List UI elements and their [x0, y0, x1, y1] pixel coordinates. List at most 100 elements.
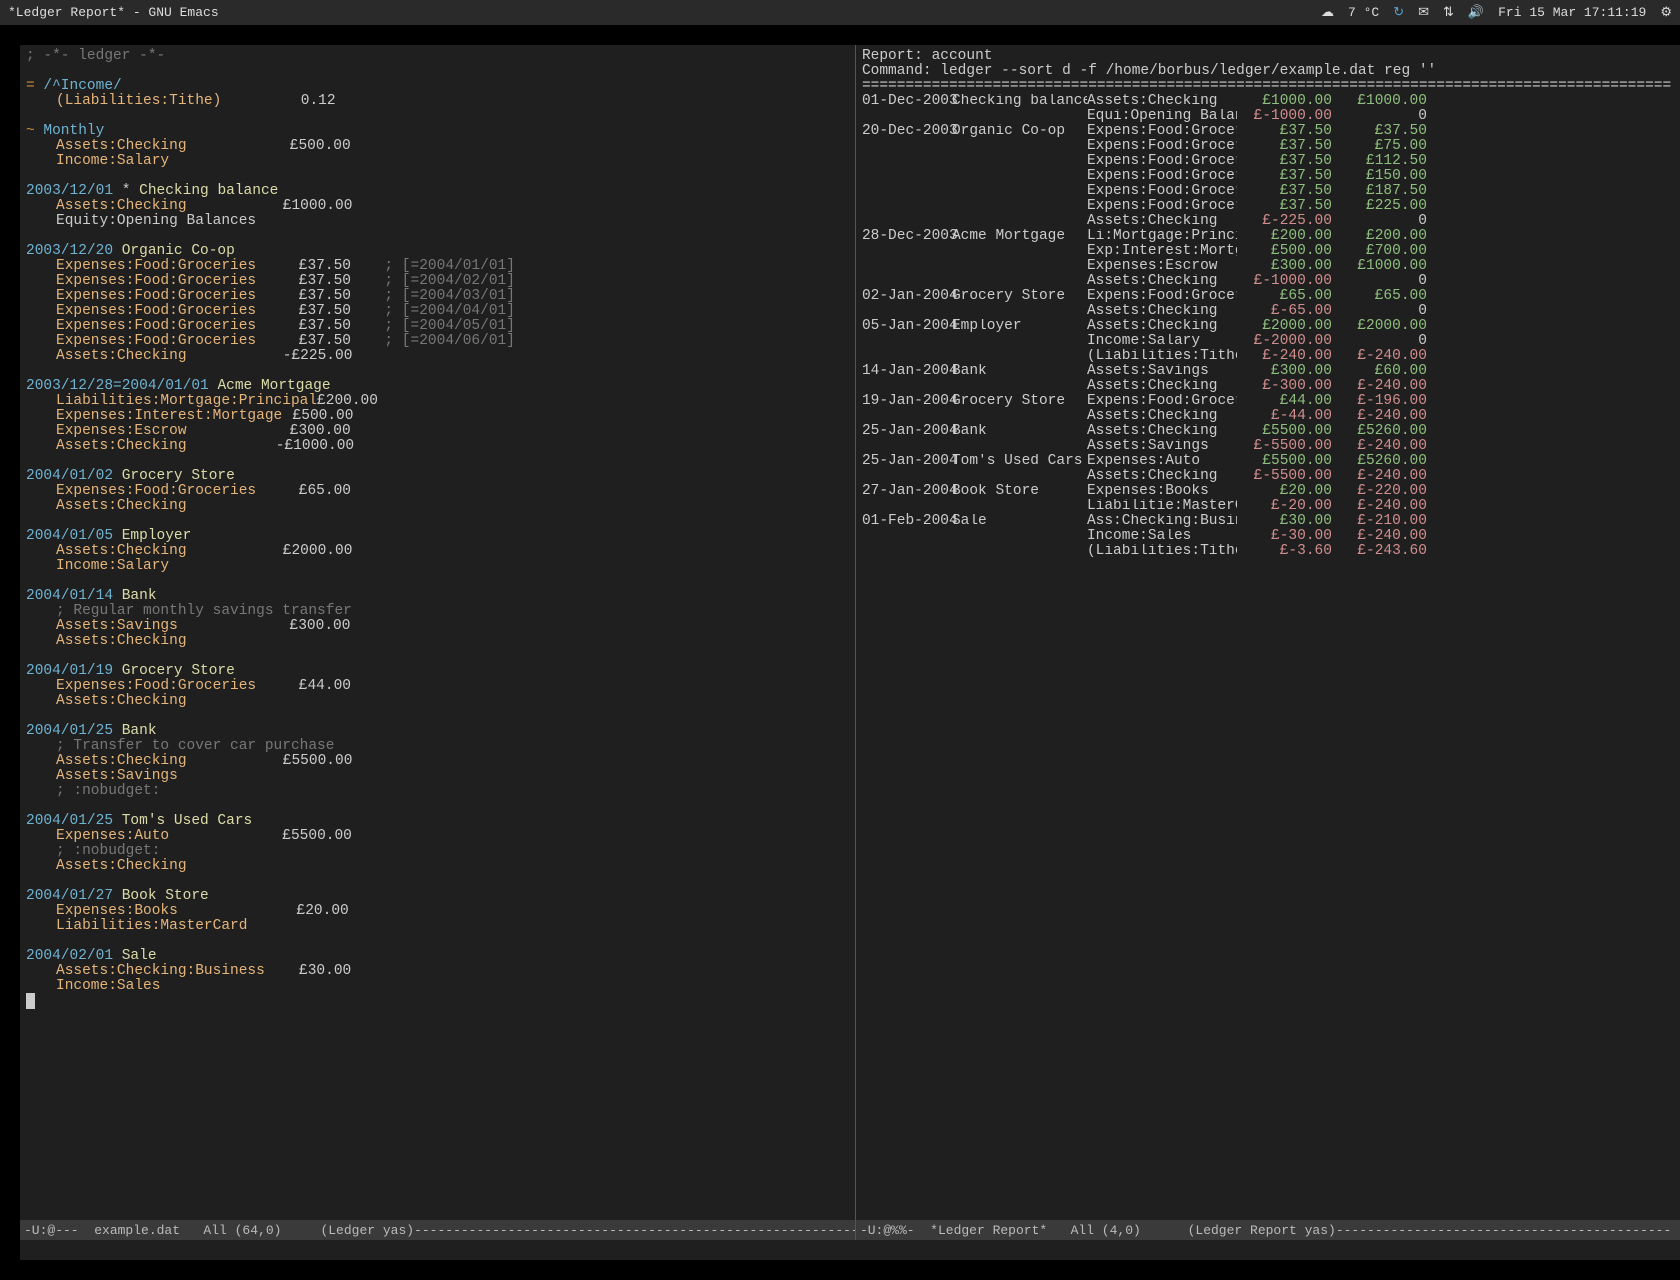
register-row: (Liabilities:Tithe)£-240.00£-240.00 [862, 349, 1680, 364]
reg-payee [952, 214, 1087, 229]
reg-amount: £-3.60 [1237, 544, 1332, 559]
transaction-header: 2004/01/27 Book Store [26, 889, 849, 904]
reg-date: 14-Jan-2004 [862, 364, 952, 379]
posting-amount: £300.00 [290, 619, 351, 634]
refresh-icon[interactable]: ↻ [1393, 5, 1404, 20]
posting-amount: £1000.00 [283, 199, 353, 214]
posting-amount: £37.50 [299, 289, 351, 304]
transaction-date: 2003/12/28=2004/01/01 [26, 378, 209, 394]
posting-amount: £37.50 [299, 259, 351, 274]
weather-icon: ☁ [1321, 5, 1334, 20]
reg-date: 02-Jan-2004 [862, 289, 952, 304]
reg-balance: £-210.00 [1332, 514, 1427, 529]
ledger-source-buffer[interactable]: ; -*- ledger -*- = /^Income/(Liabilities… [20, 45, 855, 1220]
reg-amount: £-2000.00 [1237, 334, 1332, 349]
ledger-report-buffer[interactable]: Report: accountCommand: ledger --sort d … [855, 45, 1680, 1220]
posting-amount: £37.50 [299, 274, 351, 289]
reg-date: 05-Jan-2004 [862, 319, 952, 334]
reg-account: Li:Mortgage:Principal [1087, 229, 1237, 244]
reg-account: Expens:Food:Groceries [1087, 289, 1237, 304]
register-row: Assets:Checking£-65.000 [862, 304, 1680, 319]
reg-balance: £-240.00 [1332, 499, 1427, 514]
reg-payee [952, 199, 1087, 214]
reg-account: Expens:Food:Groceries [1087, 394, 1237, 409]
reg-account: Expens:Food:Groceries [1087, 184, 1237, 199]
transaction-header: 2004/01/14 Bank [26, 589, 849, 604]
posting-amount: £20.00 [297, 904, 349, 919]
reg-payee [952, 244, 1087, 259]
transaction-payee: Acme Mortgage [217, 378, 330, 394]
transaction-payee: Grocery Store [122, 468, 235, 484]
posting-line: Assets:Checking£2000.00 [26, 544, 849, 559]
reg-amount: £37.50 [1237, 169, 1332, 184]
reg-amount: £37.50 [1237, 184, 1332, 199]
reg-date [862, 529, 952, 544]
posting-line: Expenses:Interest:Mortgage£500.00 [26, 409, 849, 424]
reg-balance: £1000.00 [1332, 259, 1427, 274]
reg-balance: £-243.60 [1332, 544, 1427, 559]
transaction-date: 2003/12/01 [26, 183, 113, 199]
reg-amount: £1000.00 [1237, 94, 1332, 109]
posting-line: Expenses:Food:Groceries£37.50 ; [=2004/0… [26, 289, 849, 304]
posting-account: Assets:Checking [56, 199, 187, 214]
reg-payee [952, 469, 1087, 484]
transaction-payee: Tom's Used Cars [122, 813, 253, 829]
reg-payee: Acme Mortgage [952, 229, 1087, 244]
posting-account: Expenses:Auto [56, 829, 169, 844]
transaction-payee: Bank [122, 588, 157, 604]
posting-account: Income:Salary [56, 154, 169, 169]
reg-balance: £-240.00 [1332, 379, 1427, 394]
reg-date: 19-Jan-2004 [862, 394, 952, 409]
reg-date: 01-Feb-2004 [862, 514, 952, 529]
reg-payee: Book Store [952, 484, 1087, 499]
posting-line: Assets:Checking [26, 499, 849, 514]
posting-amount: -£225.00 [283, 349, 353, 364]
posting-account: Expenses:Interest:Mortgage [56, 409, 282, 424]
register-row: Assets:Checking£-225.000 [862, 214, 1680, 229]
reg-amount: £-5500.00 [1237, 439, 1332, 454]
reg-account: Expenses:Books [1087, 484, 1237, 499]
transaction-payee: Sale [122, 948, 157, 964]
reg-balance: £-240.00 [1332, 529, 1427, 544]
posting-account: Assets:Checking [56, 544, 187, 559]
transaction-payee: Book Store [122, 888, 209, 904]
transaction-payee: Organic Co-op [122, 243, 235, 259]
settings-icon[interactable]: ⚙ [1660, 5, 1672, 20]
transaction-header: 2004/01/05 Employer [26, 529, 849, 544]
posting-account: Liabilities:MasterCard [56, 919, 247, 934]
posting-line: Equity:Opening Balances [26, 214, 849, 229]
reg-amount: £-30.00 [1237, 529, 1332, 544]
posting-line: Liabilities:Mortgage:Principal£200.00 [26, 394, 849, 409]
blank-line [26, 364, 849, 379]
posting-line: Assets:Checking-£1000.00 [26, 439, 849, 454]
register-row: Expens:Food:Groceries£37.50£225.00 [862, 199, 1680, 214]
posting-note: ; [=2004/01/01] [351, 259, 515, 274]
reg-payee: Bank [952, 424, 1087, 439]
register-row: Assets:Checking£-44.00£-240.00 [862, 409, 1680, 424]
reg-balance: £37.50 [1332, 124, 1427, 139]
reg-account: Assets:Checking [1087, 214, 1237, 229]
reg-balance: £60.00 [1332, 364, 1427, 379]
transaction-header: 2004/02/01 Sale [26, 949, 849, 964]
posting-line: Assets:Checking [26, 634, 849, 649]
reg-amount: £-65.00 [1237, 304, 1332, 319]
posting-line: Assets:Checking:Business£30.00 [26, 964, 849, 979]
volume-icon[interactable]: 🔊 [1468, 5, 1484, 20]
transaction-header: 2003/12/01 * Checking balance [26, 184, 849, 199]
reg-account: Expenses:Escrow [1087, 259, 1237, 274]
reg-payee [952, 334, 1087, 349]
reg-date: 01-Dec-2003 [862, 94, 952, 109]
minibuffer[interactable] [20, 1240, 1680, 1260]
posting-line: Assets:Checking-£225.00 [26, 349, 849, 364]
reg-balance: £1000.00 [1332, 94, 1427, 109]
reg-account: Expens:Food:Groceries [1087, 139, 1237, 154]
reg-account: Assets:Checking [1087, 274, 1237, 289]
posting-note: ; [=2004/04/01] [351, 304, 515, 319]
mail-icon[interactable]: ✉ [1418, 5, 1429, 20]
reg-balance: £200.00 [1332, 229, 1427, 244]
posting-amount: 0.12 [301, 94, 336, 109]
network-icon[interactable]: ⇅ [1443, 5, 1454, 20]
posting-account: Income:Salary [56, 559, 169, 574]
reg-balance: £5260.00 [1332, 454, 1427, 469]
posting-account: Expenses:Food:Groceries [56, 259, 256, 274]
